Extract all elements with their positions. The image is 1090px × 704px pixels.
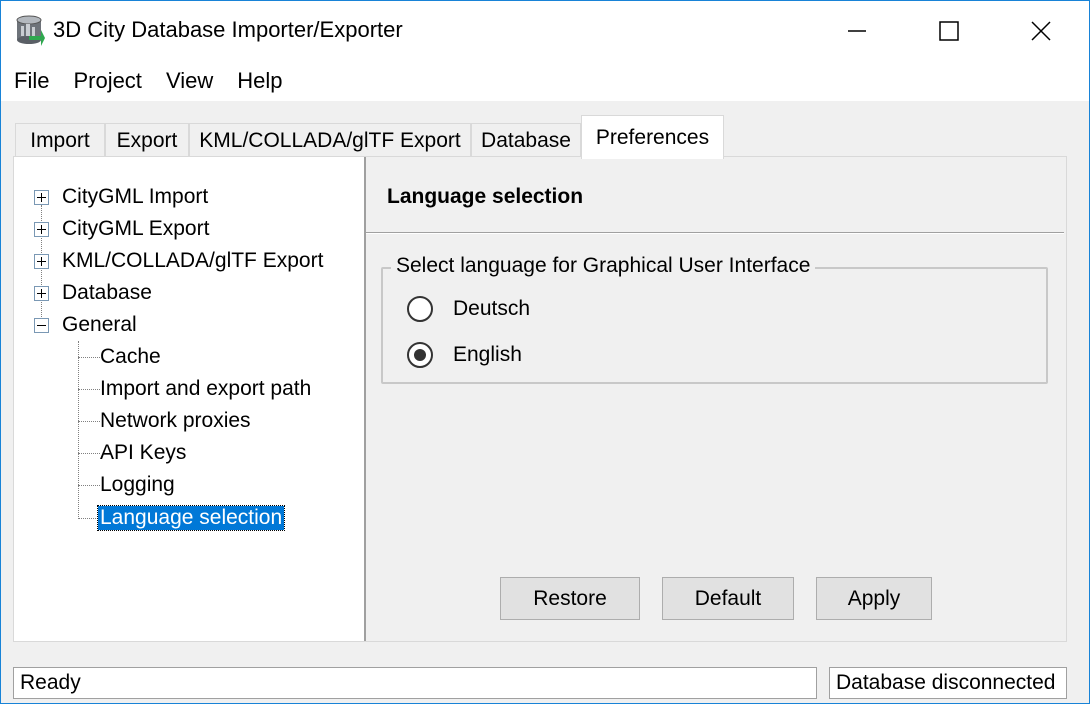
close-icon: [1031, 21, 1051, 41]
menu-project[interactable]: Project: [61, 68, 153, 94]
radio-label: Deutsch: [453, 297, 531, 320]
radio-option-english[interactable]: English: [407, 342, 522, 368]
apply-button[interactable]: Apply: [816, 577, 932, 620]
groupbox-title: Select language for Graphical User Inter…: [391, 254, 816, 278]
tab-import[interactable]: Import: [15, 123, 105, 158]
tree-item-logging[interactable]: Logging: [100, 470, 175, 500]
tab-export[interactable]: Export: [105, 123, 189, 158]
tree-item-label-selected: Language selection: [96, 505, 286, 531]
tree-connector-line: [78, 485, 100, 486]
minimize-button[interactable]: [811, 1, 903, 61]
page-title: Language selection: [387, 185, 584, 208]
radio-checked-icon[interactable]: [407, 342, 433, 368]
tree-item-api-keys[interactable]: API Keys: [100, 438, 186, 468]
tree-item-network-proxies[interactable]: Network proxies: [100, 406, 251, 436]
menu-file[interactable]: File: [1, 68, 61, 94]
tree-item-database[interactable]: Database: [62, 278, 152, 308]
radio-option-deutsch[interactable]: Deutsch: [407, 296, 530, 322]
close-button[interactable]: [995, 1, 1087, 61]
tree-connector-line: [78, 341, 79, 519]
database-globe-icon: [16, 15, 45, 46]
tree-item-kml-collada-gltf-export[interactable]: KML/COLLADA/glTF Export: [62, 246, 323, 276]
settings-pane: Language selection Select language for G…: [366, 157, 1066, 641]
preferences-tree[interactable]: CityGML Import CityGML Export KML/COLLAD…: [14, 157, 364, 641]
tree-item-citygml-import[interactable]: CityGML Import: [62, 182, 208, 212]
tree-item-import-export-path[interactable]: Import and export path: [100, 374, 311, 404]
tree-connector-line: [78, 518, 100, 519]
menu-bar: File Project View Help: [1, 61, 1089, 101]
radio-unchecked-icon[interactable]: [407, 296, 433, 322]
default-button[interactable]: Default: [662, 577, 794, 620]
app-window: 3D City Database Importer/Exporter File …: [0, 0, 1090, 704]
tree-connector-line: [78, 389, 100, 390]
tab-kml-collada-gltf-export[interactable]: KML/COLLADA/glTF Export: [189, 123, 471, 158]
expand-icon[interactable]: [34, 286, 49, 301]
status-text: Ready: [13, 667, 817, 699]
title-bar[interactable]: 3D City Database Importer/Exporter: [1, 1, 1089, 61]
minimize-icon: [848, 30, 866, 32]
tree-item-cache[interactable]: Cache: [100, 342, 161, 372]
tree-item-citygml-export[interactable]: CityGML Export: [62, 214, 209, 244]
tree-connector-line: [78, 357, 100, 358]
tree-item-language-selection[interactable]: Language selection: [96, 503, 286, 533]
expand-icon[interactable]: [34, 254, 49, 269]
maximize-button[interactable]: [903, 1, 995, 61]
expand-icon[interactable]: [34, 222, 49, 237]
window-title: 3D City Database Importer/Exporter: [53, 17, 403, 42]
tree-connector-line: [78, 421, 100, 422]
restore-button[interactable]: Restore: [500, 577, 640, 620]
preferences-panel: CityGML Import CityGML Export KML/COLLAD…: [13, 156, 1067, 642]
tree-item-general[interactable]: General: [62, 310, 137, 340]
menu-view[interactable]: View: [154, 68, 225, 94]
language-groupbox: Select language for Graphical User Inter…: [381, 254, 1048, 384]
tree-connector-line: [78, 453, 100, 454]
collapse-icon[interactable]: [34, 318, 49, 333]
tab-database[interactable]: Database: [471, 123, 581, 158]
menu-help[interactable]: Help: [225, 68, 294, 94]
maximize-icon: [939, 21, 959, 41]
database-status: Database disconnected: [829, 667, 1067, 699]
tab-preferences[interactable]: Preferences: [581, 115, 724, 159]
expand-icon[interactable]: [34, 190, 49, 205]
radio-label: English: [453, 343, 522, 366]
title-divider: [366, 232, 1064, 234]
